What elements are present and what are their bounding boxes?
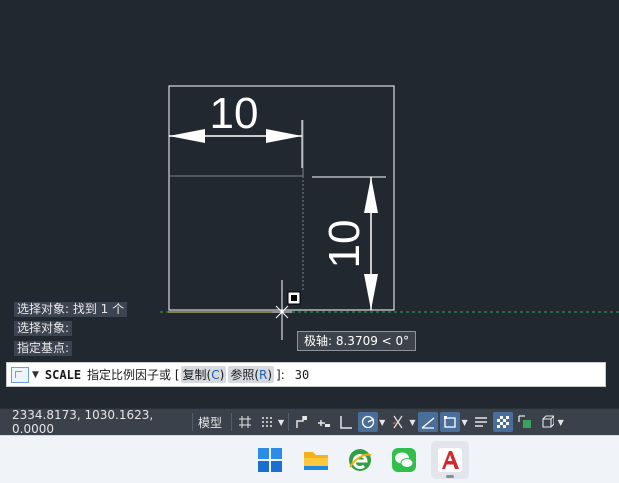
infer-constraints-icon[interactable]	[292, 412, 312, 432]
transparency-icon[interactable]	[492, 412, 513, 432]
option-copy-close: )	[219, 368, 225, 382]
3d-osnap-icon[interactable]	[537, 412, 557, 432]
browser-icon[interactable]	[341, 441, 379, 479]
file-explorer-icon[interactable]	[297, 441, 335, 479]
chevron-down-icon[interactable]: ▼	[409, 418, 415, 427]
command-icon[interactable]	[11, 366, 29, 383]
option-reference-label: 参照(	[230, 368, 259, 382]
windows-taskbar	[0, 435, 619, 483]
drawing-canvas[interactable]: 10 10 选择对象: 找到 1 个 选择对象: 指定基点: 极轴: 8.370…	[0, 0, 619, 408]
option-copy-label: 复制(	[182, 368, 212, 382]
object-snap-tracking-icon[interactable]	[418, 412, 439, 432]
history-line: 指定基点:	[14, 341, 73, 356]
chevron-down-icon[interactable]: ▼	[278, 418, 284, 427]
command-prompt: 指定比例因子或 [	[87, 368, 180, 382]
dynamic-input-icon[interactable]	[314, 412, 334, 432]
cursor-badge-icon	[287, 291, 301, 305]
separator	[288, 413, 290, 431]
autocad-icon[interactable]	[431, 441, 469, 479]
option-copy-key: C	[211, 368, 220, 382]
option-reference-close: )	[267, 368, 273, 382]
object-snap-icon[interactable]	[440, 412, 461, 432]
chevron-down-icon[interactable]: ▼	[32, 370, 39, 380]
chevron-down-icon[interactable]: ▼	[379, 418, 385, 427]
command-name: SCALE	[44, 367, 82, 382]
isometric-icon[interactable]	[388, 412, 408, 432]
active-app-indicator	[446, 475, 454, 478]
option-reference-button[interactable]: 参照(R)	[228, 366, 275, 383]
command-suffix: ]:	[276, 367, 285, 382]
chevron-down-icon[interactable]: ▼	[558, 418, 564, 427]
lineweight-icon[interactable]	[471, 412, 491, 432]
command-line[interactable]: ▼ SCALE 指定比例因子或 [ 复制(C) 参照(R) ]: 30	[6, 362, 606, 387]
chevron-down-icon[interactable]: ▼	[461, 418, 467, 427]
option-copy-button[interactable]: 复制(C)	[180, 366, 227, 383]
status-bar: 2334.8173, 1030.1623, 0.0000 模型 ▼ ▼ ▼ ▼	[0, 408, 619, 436]
history-line: 选择对象: 找到 1 个	[14, 302, 128, 317]
snap-icon[interactable]	[257, 412, 277, 432]
dimension-text-vertical: 10	[320, 220, 369, 269]
coordinates-readout: 2334.8173, 1030.1623, 0.0000	[12, 408, 154, 436]
separator	[192, 413, 193, 431]
dimension-horizontal[interactable]: 10	[169, 89, 303, 168]
wechat-icon[interactable]	[385, 441, 423, 479]
polar-tracking-icon[interactable]	[358, 412, 379, 432]
model-space-button[interactable]: 模型	[195, 414, 225, 431]
history-line: 选择对象:	[14, 321, 73, 336]
windows-start-icon[interactable]	[251, 441, 289, 479]
selection-cycling-icon[interactable]	[515, 412, 535, 432]
command-input[interactable]: 30	[295, 368, 309, 382]
grid-icon[interactable]	[235, 412, 255, 432]
square-outline[interactable]	[168, 85, 395, 311]
polar-tooltip: 极轴: 8.3709 < 0°	[297, 331, 417, 351]
dimension-text-horizontal: 10	[210, 89, 259, 138]
dimension-vertical[interactable]: 10	[312, 176, 386, 310]
separator	[231, 413, 233, 431]
ortho-icon[interactable]	[336, 412, 356, 432]
